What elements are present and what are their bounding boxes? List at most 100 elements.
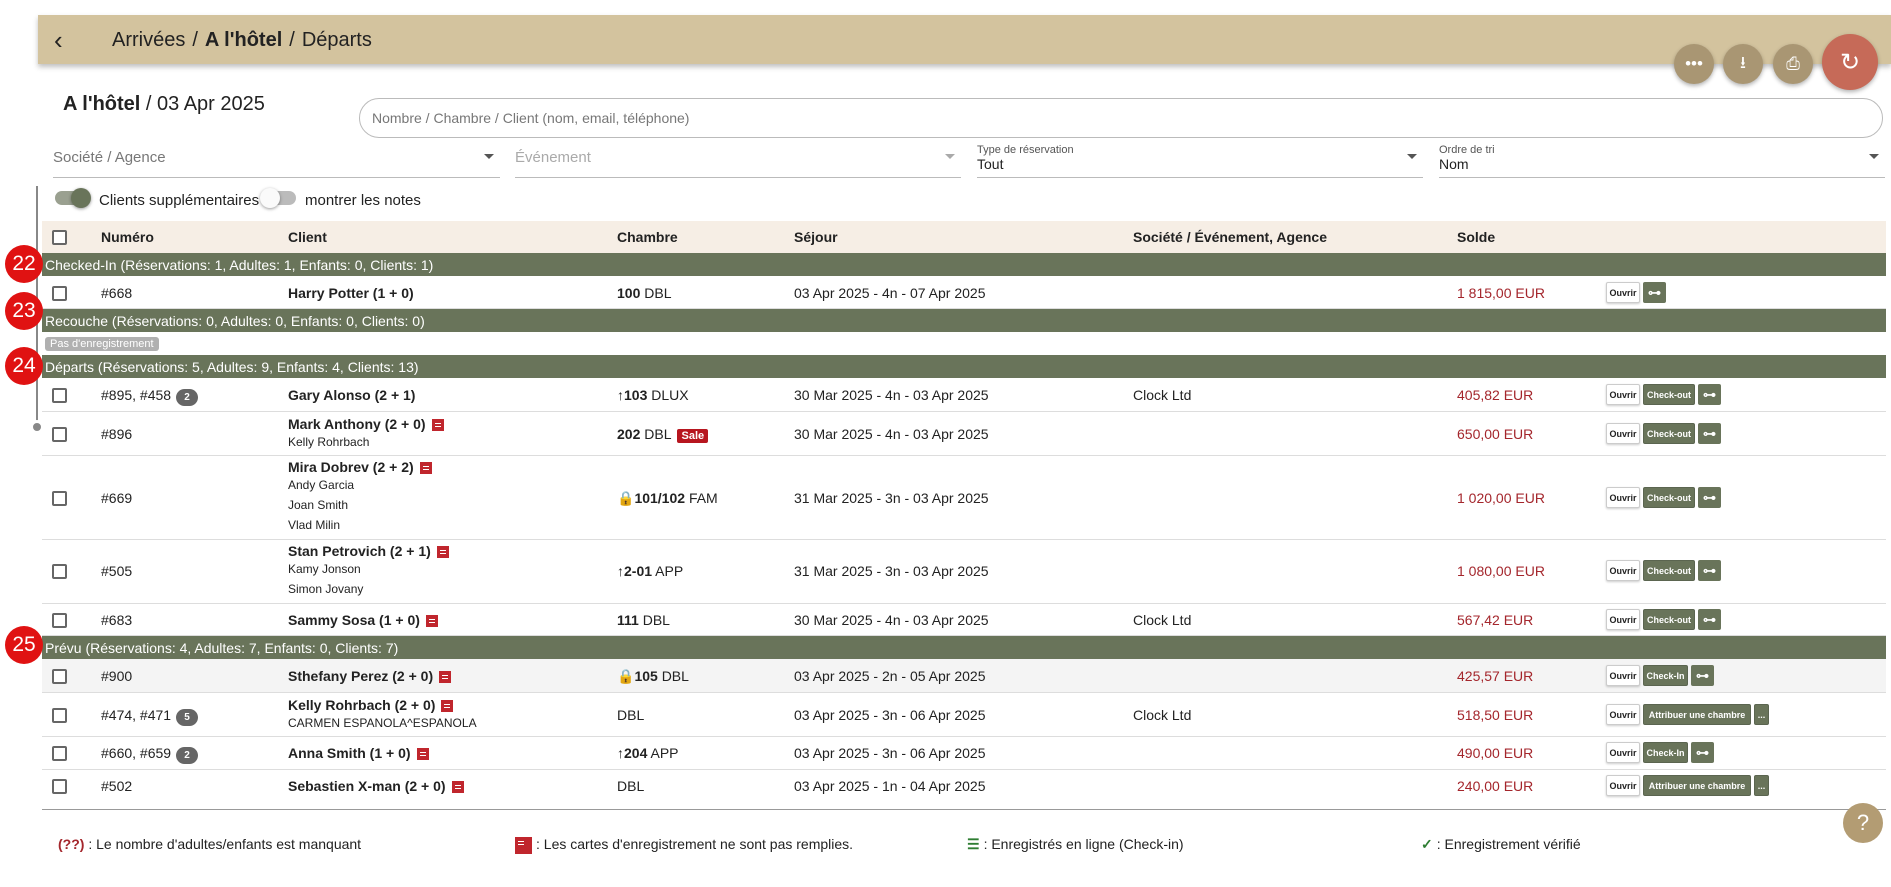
registration-card-icon: [439, 671, 452, 684]
row-room: 100 DBL: [617, 285, 672, 301]
row-checkbox[interactable]: [52, 669, 67, 684]
row-client: Harry Potter (1 + 0): [288, 285, 414, 301]
col-stay[interactable]: Séjour: [794, 229, 838, 245]
row-room: DBL: [617, 778, 645, 794]
key-icon[interactable]: ⊶: [1643, 282, 1666, 303]
open-button[interactable]: Ouvrir: [1606, 665, 1640, 686]
open-button[interactable]: Ouvrir: [1606, 487, 1640, 508]
row-checkbox[interactable]: [52, 564, 67, 579]
row-balance: 1 080,00 EUR: [1457, 563, 1545, 579]
checkout-button[interactable]: Check-out: [1643, 560, 1695, 581]
open-button[interactable]: Ouvrir: [1606, 704, 1640, 725]
row-checkbox[interactable]: [52, 491, 67, 506]
open-button[interactable]: Ouvrir: [1606, 560, 1640, 581]
table-row[interactable]: #505 Stan Petrovich (2 + 1) Kamy Jonson Si…: [42, 540, 1886, 604]
event-select[interactable]: Événement: [515, 140, 961, 178]
key-icon[interactable]: ⊶: [1691, 665, 1714, 686]
registration-card-icon: [441, 700, 454, 713]
checkin-button[interactable]: Check-In: [1643, 665, 1688, 686]
more-button[interactable]: ...: [1754, 704, 1769, 725]
row-checkbox[interactable]: [52, 427, 67, 442]
row-client: Stan Petrovich (2 + 1) Kamy Jonson Simon J…: [288, 543, 449, 599]
col-client[interactable]: Client: [288, 229, 327, 245]
row-room: 🔒105 DBL: [617, 668, 689, 684]
open-button[interactable]: Ouvrir: [1606, 282, 1640, 303]
more-button[interactable]: ...: [1754, 775, 1769, 796]
select-all-checkbox[interactable]: [52, 230, 67, 245]
breadcrumb-arrivals[interactable]: Arrivées: [112, 29, 185, 51]
row-checkbox[interactable]: [52, 613, 67, 628]
back-icon[interactable]: ‹: [54, 25, 63, 56]
checkin-button[interactable]: Check-In: [1643, 742, 1688, 763]
open-button[interactable]: Ouvrir: [1606, 775, 1640, 796]
open-button[interactable]: Ouvrir: [1606, 384, 1640, 405]
table-row[interactable]: #896 Mark Anthony (2 + 0) Kelly Rohrbach …: [42, 412, 1886, 456]
print-button[interactable]: ⎙: [1773, 44, 1813, 84]
row-checkbox[interactable]: [52, 388, 67, 403]
company-select[interactable]: Société / Agence: [53, 140, 500, 178]
table-row[interactable]: #668 Harry Potter (1 + 0) 100 DBL 03 Apr…: [42, 277, 1886, 309]
checkout-button[interactable]: Check-out: [1643, 384, 1695, 405]
breadcrumb-departures[interactable]: Départs: [302, 29, 372, 51]
open-button[interactable]: Ouvrir: [1606, 742, 1640, 763]
row-room: 111 DBL: [617, 612, 670, 628]
sort-order-select[interactable]: Ordre de tri Nom: [1439, 140, 1885, 178]
table-row[interactable]: #895, #458 2 Gary Alonso (2 + 1) ↑103 DLU…: [42, 378, 1886, 412]
table-row[interactable]: #502 Sebastien X-man (2 + 0) DBL 03 Apr …: [42, 770, 1886, 803]
more-options-button[interactable]: •••: [1674, 44, 1714, 84]
row-stay: 03 Apr 2025 - 3n - 06 Apr 2025: [794, 707, 986, 723]
assign-room-button[interactable]: Attribuer une chambre: [1643, 704, 1751, 725]
extra-clients-toggle[interactable]: [55, 188, 91, 208]
key-icon[interactable]: ⊶: [1698, 384, 1721, 405]
row-client: Mira Dobrev (2 + 2) Andy Garcia Joan Smith…: [288, 459, 432, 535]
help-button[interactable]: ?: [1843, 803, 1883, 843]
table-row[interactable]: #660, #659 2 Anna Smith (1 + 0) ↑204 APP …: [42, 737, 1886, 770]
breadcrumb: Arrivées / A l'hôtel / Départs: [112, 29, 372, 51]
row-checkbox[interactable]: [52, 779, 67, 794]
row-company: Clock Ltd: [1133, 707, 1192, 723]
key-icon[interactable]: ⊶: [1698, 609, 1721, 630]
open-button[interactable]: Ouvrir: [1606, 423, 1640, 444]
download-button[interactable]: ⭳: [1723, 44, 1763, 84]
table-row[interactable]: #683 Sammy Sosa (1 + 0) 111 DBL 30 Mar 2…: [42, 604, 1886, 636]
check-icon: ✓: [1421, 836, 1433, 852]
key-icon[interactable]: ⊶: [1691, 742, 1714, 763]
col-number[interactable]: Numéro: [101, 229, 154, 245]
row-number: #668: [101, 285, 133, 301]
row-client: Sthefany Perez (2 + 0): [288, 668, 452, 684]
col-balance[interactable]: Solde: [1457, 229, 1495, 245]
key-icon[interactable]: ⊶: [1698, 487, 1721, 508]
key-icon[interactable]: ⊶: [1698, 560, 1721, 581]
breadcrumb-hotel[interactable]: A l'hôtel: [205, 29, 282, 51]
show-notes-toggle[interactable]: [260, 188, 296, 208]
key-icon[interactable]: ⊶: [1698, 423, 1721, 444]
table-row[interactable]: #900 Sthefany Perez (2 + 0) 🔒105 DBL 03 …: [42, 659, 1886, 693]
open-button[interactable]: Ouvrir: [1606, 609, 1640, 630]
col-company[interactable]: Société / Événement, Agence: [1133, 229, 1327, 245]
marker-23: 23: [5, 292, 43, 330]
checkout-button[interactable]: Check-out: [1643, 609, 1695, 630]
col-room[interactable]: Chambre: [617, 229, 678, 245]
row-balance: 240,00 EUR: [1457, 778, 1534, 794]
row-company: Clock Ltd: [1133, 612, 1192, 628]
group-planned: Prévu (Réservations: 4, Adultes: 7, Enfa…: [42, 636, 1886, 659]
table-footer-line: [42, 809, 1886, 810]
search-input[interactable]: Nombre / Chambre / Client (nom, email, t…: [359, 98, 1883, 138]
sale-badge: Sale: [677, 429, 709, 443]
refresh-button[interactable]: ↻: [1822, 34, 1878, 90]
checkout-button[interactable]: Check-out: [1643, 423, 1695, 444]
row-balance: 518,50 EUR: [1457, 707, 1534, 723]
reservation-type-select[interactable]: Type de réservation Tout: [977, 140, 1423, 178]
row-checkbox[interactable]: [52, 286, 67, 301]
table-row[interactable]: #669 Mira Dobrev (2 + 2) Andy Garcia Joan …: [42, 456, 1886, 540]
table-row[interactable]: #474, #471 5 Kelly Rohrbach (2 + 0) CARMEN…: [42, 693, 1886, 737]
registration-card-icon: [419, 462, 432, 475]
row-stay: 03 Apr 2025 - 3n - 06 Apr 2025: [794, 745, 986, 761]
row-checkbox[interactable]: [52, 708, 67, 723]
row-client: Mark Anthony (2 + 0) Kelly Rohrbach: [288, 416, 444, 452]
row-number: #900: [101, 668, 133, 684]
row-checkbox[interactable]: [52, 746, 67, 761]
assign-room-button[interactable]: Attribuer une chambre: [1643, 775, 1751, 796]
registration-card-icon: [416, 748, 429, 761]
checkout-button[interactable]: Check-out: [1643, 487, 1695, 508]
